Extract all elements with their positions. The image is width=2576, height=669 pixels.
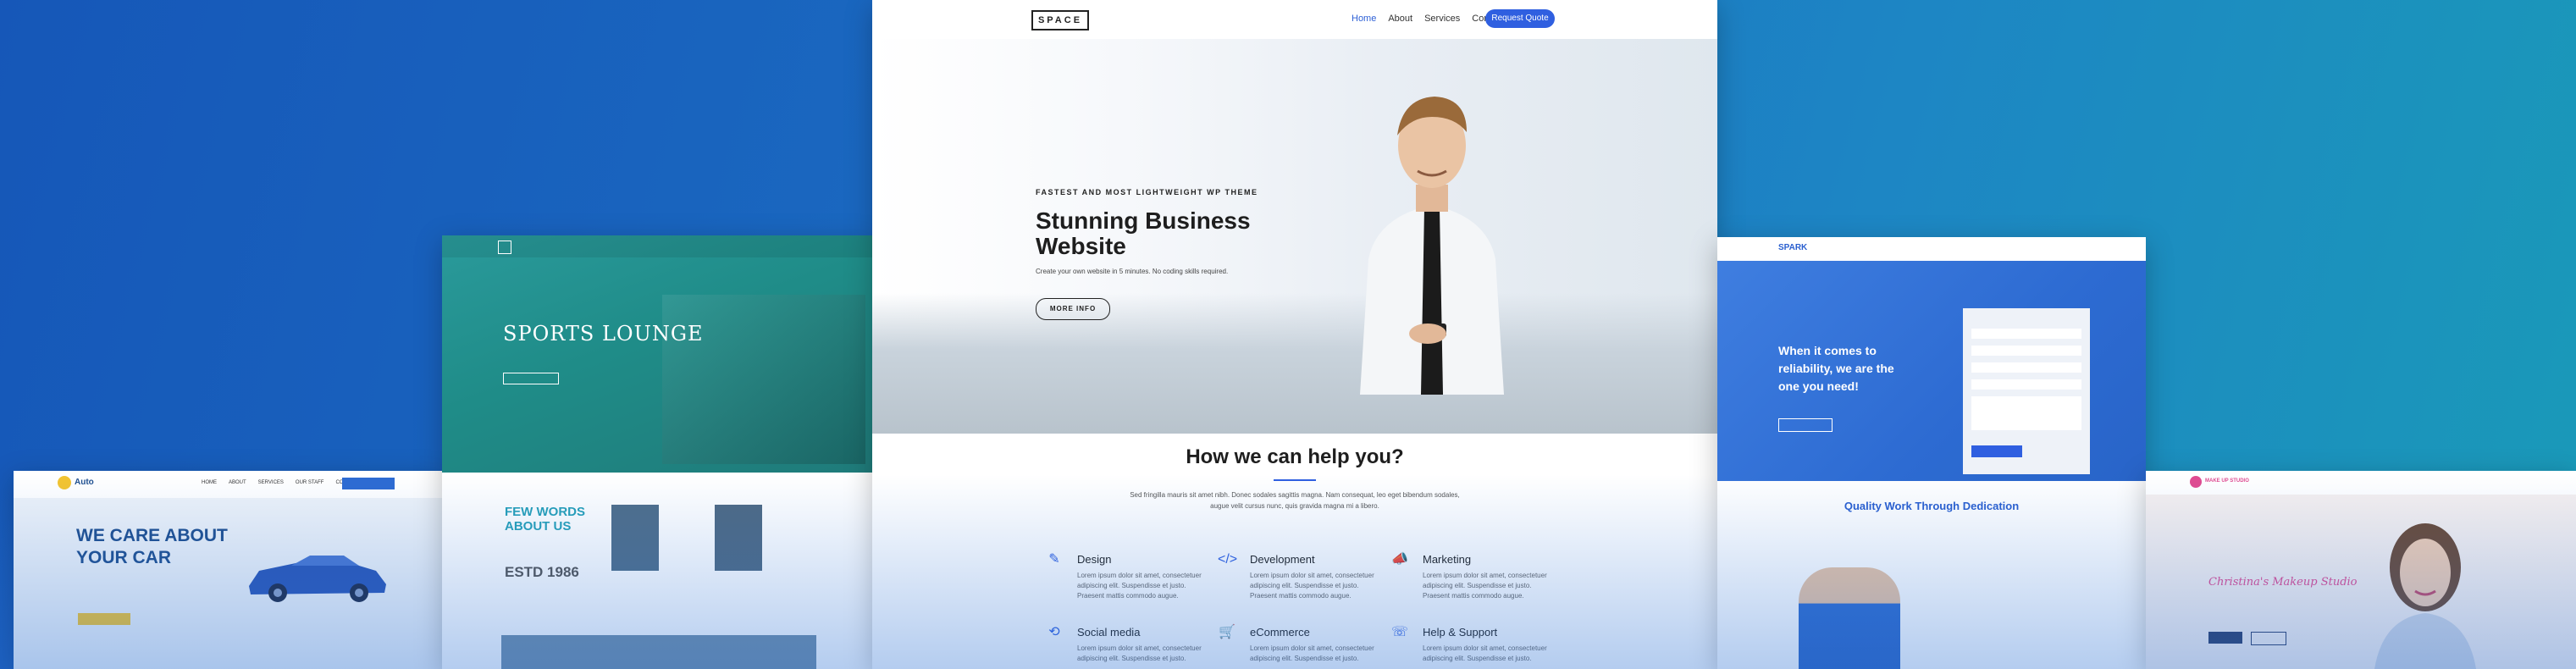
megaphone-icon: 📣 <box>1391 552 1408 567</box>
makeup-brand: MAKE UP STUDIO <box>2205 478 2249 484</box>
feature-title: eCommerce <box>1250 626 1310 639</box>
auto-nav-services[interactable]: SERVICES <box>258 480 284 485</box>
car-image <box>249 556 386 602</box>
spark-headline: When it comes to reliability, we are the… <box>1778 344 1894 393</box>
nav-about[interactable]: About <box>1388 14 1412 24</box>
space-logo[interactable]: SPACE <box>1031 10 1089 30</box>
auto-theme-preview[interactable]: Auto HOME ABOUT SERVICES OUR STAFF CONTA… <box>14 471 444 669</box>
feature-title: Marketing <box>1423 553 1472 566</box>
feature-desc: Lorem ipsum dolor sit amet, consectetuer… <box>1077 572 1202 600</box>
woman-portrait-image <box>2374 523 2476 669</box>
spark-hero: When it comes to reliability, we are the… <box>1717 261 2146 481</box>
help-section-title: How we can help you? <box>1186 445 1404 468</box>
feature-desc: Lorem ipsum dolor sit amet, consectetuer… <box>1423 572 1547 600</box>
form-field-phone[interactable] <box>1971 362 2081 373</box>
auto-nav-about[interactable]: ABOUT <box>229 480 246 485</box>
sports-photo-2 <box>715 505 762 571</box>
feature-title: Help & Support <box>1423 626 1498 639</box>
form-field-message[interactable] <box>1971 396 2081 430</box>
hero-section: FASTEST AND MOST LIGHTWEIGHT WP THEME St… <box>872 39 1717 434</box>
form-field-service[interactable] <box>1971 379 2081 390</box>
feature-desc: Lorem ipsum dolor sit amet, consectetuer… <box>1077 644 1202 662</box>
sports-cta-button[interactable] <box>503 373 559 384</box>
cart-icon: 🛒 <box>1219 625 1235 639</box>
makeup-navbar: MAKE UP STUDIO <box>2146 471 2576 495</box>
office-background <box>872 293 1717 434</box>
auto-logo-icon <box>58 476 71 489</box>
makeup-secondary-button[interactable] <box>2251 632 2286 645</box>
feature-title: Social media <box>1077 626 1141 639</box>
auto-navbar: Auto HOME ABOUT SERVICES OUR STAFF CONTA… <box>14 471 444 498</box>
spark-quote-form <box>1963 308 2090 474</box>
space-navbar: SPACE Home About Services Contact Reques… <box>872 0 1717 39</box>
makeup-script-title: Christina's Makeup Studio <box>2208 576 2358 589</box>
feature-desc: Lorem ipsum dolor sit amet, consectetuer… <box>1423 644 1547 662</box>
spark-logo[interactable]: SPARK <box>1778 243 1807 252</box>
sports-hero: SPORTS LOUNGE <box>442 235 874 473</box>
form-field-name[interactable] <box>1971 329 2081 339</box>
hero-subtitle: Create your own website in 5 minutes. No… <box>1036 268 1229 275</box>
auto-brand: Auto <box>75 478 94 487</box>
sports-photo-1 <box>611 505 659 571</box>
help-section-description: Sed fringilla mauris sit amet nibh. Done… <box>1130 491 1460 510</box>
hero-title: Stunning Business Website <box>1036 207 1251 259</box>
spark-navbar: SPARK <box>1717 237 2146 261</box>
sports-estd-label: ESTD 1986 <box>505 564 579 580</box>
sports-logo-icon <box>498 241 511 254</box>
auto-cta-button[interactable] <box>78 613 130 625</box>
feature-desc: Lorem ipsum dolor sit amet, consectetuer… <box>1250 572 1374 600</box>
space-theme-preview[interactable]: FASTEST AND MOST LIGHTWEIGHT WP THEME St… <box>872 0 1717 669</box>
hero-tagline: FASTEST AND MOST LIGHTWEIGHT WP THEME <box>1036 188 1258 196</box>
makeup-cta-button[interactable] <box>2208 632 2242 644</box>
pen-icon: ✎ <box>1048 552 1060 567</box>
form-field-email[interactable] <box>1971 346 2081 356</box>
share-icon: ⟲ <box>1048 625 1060 639</box>
nav-home[interactable]: Home <box>1352 14 1376 24</box>
feature-title: Development <box>1250 553 1315 566</box>
auto-nav-home[interactable]: HOME <box>202 480 217 485</box>
spark-quality-heading: Quality Work Through Dedication <box>1844 500 2020 512</box>
businessman-image <box>1360 97 1504 395</box>
auto-nav-button[interactable] <box>342 478 395 489</box>
auto-nav-staff[interactable]: OUR STAFF <box>296 480 324 485</box>
feature-desc: Lorem ipsum dolor sit amet, consectetuer… <box>1250 644 1374 662</box>
form-submit-button[interactable] <box>1971 445 2022 457</box>
feature-title: Design <box>1077 553 1112 566</box>
sports-few-words-heading: FEW WORDS ABOUT US <box>505 505 585 534</box>
help-title-underline <box>1274 479 1316 481</box>
auto-nav-links[interactable]: HOME ABOUT SERVICES OUR STAFF CONTACT <box>202 480 360 485</box>
request-quote-button[interactable]: Request Quote <box>1485 9 1555 28</box>
code-icon: </> <box>1218 552 1238 567</box>
support-icon: ☏ <box>1390 625 1408 639</box>
spark-workers-image <box>1799 567 1900 669</box>
space-nav-links: Home About Services Contact <box>1352 14 1504 24</box>
sports-lounge-theme-preview[interactable]: SPORTS LOUNGE FEW WORDS ABOUT US ESTD 19… <box>442 235 874 669</box>
makeup-logo-icon <box>2190 476 2202 488</box>
more-info-button[interactable]: MORE INFO <box>1036 298 1110 320</box>
auto-headline: WE CARE ABOUT YOUR CAR <box>76 526 228 567</box>
sports-gallery-strip <box>501 635 816 669</box>
makeup-studio-theme-preview[interactable]: MAKE UP STUDIO Christina's Makeup Studio <box>2146 471 2576 669</box>
spark-theme-preview[interactable]: When it comes to reliability, we are the… <box>1717 237 2146 669</box>
spark-cta-button[interactable] <box>1778 418 1832 432</box>
sports-title: SPORTS LOUNGE <box>503 322 704 346</box>
bowling-lane-image <box>662 295 865 464</box>
nav-services[interactable]: Services <box>1424 14 1460 24</box>
